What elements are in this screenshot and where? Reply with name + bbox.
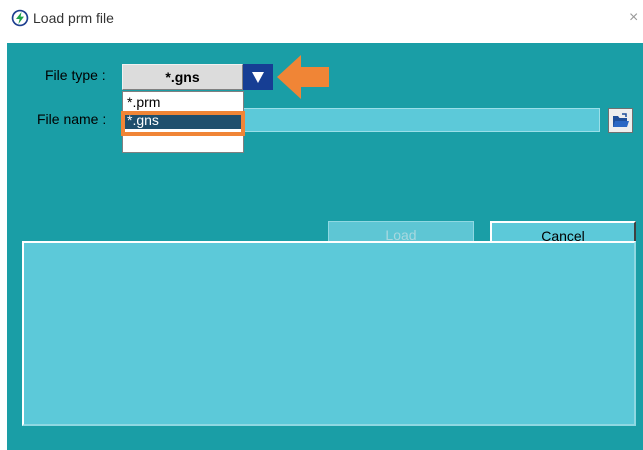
open-folder-icon bbox=[612, 112, 629, 127]
file-type-dropdown-button[interactable] bbox=[243, 64, 273, 90]
browse-button[interactable] bbox=[608, 108, 633, 133]
annotation-arrow-icon bbox=[277, 55, 329, 99]
file-type-combo[interactable]: *.gns bbox=[122, 64, 243, 90]
dropdown-option-gns[interactable]: *.gns bbox=[123, 112, 243, 129]
log-text-area[interactable] bbox=[22, 241, 636, 426]
file-type-label: File type : bbox=[45, 67, 106, 83]
app-logo-icon bbox=[11, 9, 29, 27]
window-title: Load prm file bbox=[33, 10, 114, 26]
close-button[interactable]: × bbox=[629, 9, 643, 27]
file-type-dropdown-list: *.prm *.gns bbox=[122, 91, 244, 153]
title-bar: Load prm file × bbox=[0, 0, 643, 36]
file-name-label: File name : bbox=[37, 111, 107, 127]
triangle-down-icon bbox=[252, 71, 264, 83]
dropdown-option-prm[interactable]: *.prm bbox=[123, 94, 243, 111]
file-name-input[interactable] bbox=[243, 108, 600, 132]
dialog-body: File type : *.gns File name : *.prm *.gn… bbox=[7, 43, 643, 450]
